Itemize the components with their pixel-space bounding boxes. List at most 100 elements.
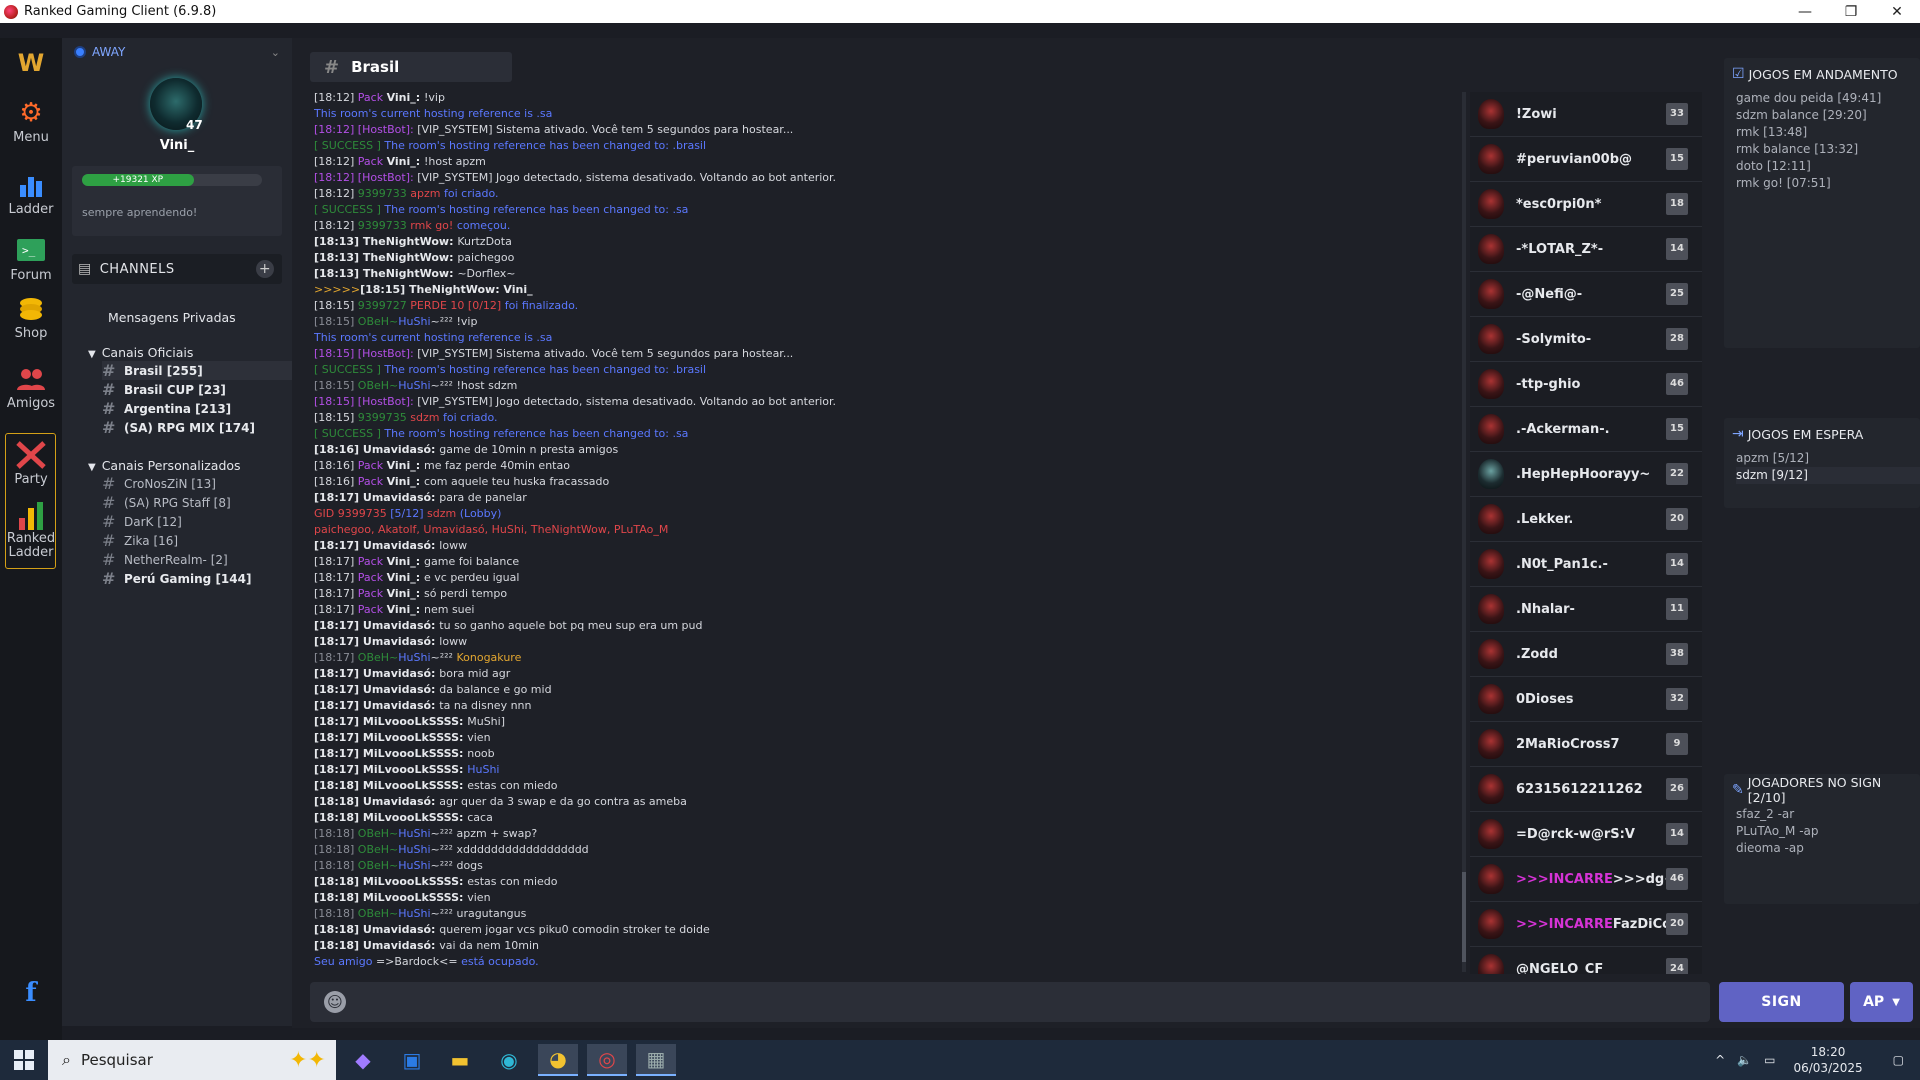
game-list-item[interactable]: sfaz_2 -ar xyxy=(1736,806,1920,823)
channel-item[interactable]: # (SA) RPG MIX [174] xyxy=(102,418,292,437)
windows-start-icon[interactable] xyxy=(14,1050,34,1070)
message-input[interactable]: ☺ xyxy=(310,982,1710,1022)
channel-item[interactable]: # NetherRealm- [2] xyxy=(102,550,292,569)
game-list-item[interactable]: doto [12:11] xyxy=(1736,158,1920,175)
network-icon[interactable]: ▭ xyxy=(1764,1053,1775,1067)
player-row[interactable]: .Nhalar- 11 xyxy=(1470,587,1702,632)
status-selector[interactable]: AWAY ⌄ xyxy=(74,45,280,59)
channel-item[interactable]: # (SA) RPG Staff [8] xyxy=(102,493,292,512)
player-level-badge: 18 xyxy=(1666,193,1688,215)
chrome-icon[interactable]: ◕ xyxy=(538,1044,578,1076)
player-row[interactable]: 2MaRioCross7 9 xyxy=(1470,722,1702,767)
player-row[interactable]: >>>INCARRE>>>dg< 46 xyxy=(1470,857,1702,902)
game-list-item[interactable]: PLuTAo_M -ap xyxy=(1736,823,1920,840)
player-row[interactable]: !Zowi 33 xyxy=(1470,92,1702,137)
category-official[interactable]: ▼ Canais Oficiais xyxy=(88,345,193,360)
player-row[interactable]: .Zodd 38 xyxy=(1470,632,1702,677)
facebook-button[interactable]: f xyxy=(0,976,62,1010)
private-messages-link[interactable]: Mensagens Privadas xyxy=(108,310,236,325)
channel-label: Zika [16] xyxy=(124,533,179,548)
speaker-icon[interactable]: 🔈 xyxy=(1737,1053,1752,1067)
player-row[interactable]: 0Dioses 32 xyxy=(1470,677,1702,722)
emoji-icon[interactable]: ☺ xyxy=(324,991,346,1013)
scroll-thumb[interactable] xyxy=(1462,872,1466,962)
chevron-up-icon[interactable]: ^ xyxy=(1715,1053,1725,1067)
player-row[interactable]: #peruvian00b@ 15 xyxy=(1470,137,1702,182)
player-row[interactable]: -ttp-ghio 46 xyxy=(1470,362,1702,407)
notifications-icon[interactable]: ▢ xyxy=(1893,1053,1904,1067)
player-row[interactable]: *esc0rpi0n* 18 xyxy=(1470,182,1702,227)
ranked-ladder-button[interactable]: Ranked Ladder xyxy=(0,498,62,560)
chat-segment: [18:17] MiLvoooLkSSSS: xyxy=(314,747,468,760)
game-list-item[interactable]: sdzm [9/12] xyxy=(1736,467,1920,484)
outlook-icon[interactable]: ▣ xyxy=(392,1044,432,1076)
games-running-panel: ☑ JOGOS EM ANDAMENTO game dou peida [49:4… xyxy=(1724,58,1920,348)
chat-segment: [18:18] xyxy=(314,907,358,920)
game-list-item[interactable]: apzm [5/12] xyxy=(1736,450,1920,467)
chat-segment: [18:17] Umavidasó: xyxy=(314,539,440,552)
game-logo[interactable]: W xyxy=(0,46,62,80)
player-level-badge: 20 xyxy=(1666,913,1688,935)
file-explorer-icon[interactable]: ▬ xyxy=(440,1044,480,1076)
player-name: #peruvian00b@ xyxy=(1516,151,1633,167)
player-avatar xyxy=(1478,324,1504,354)
player-row[interactable]: =D@rck-w@rS:V 14 xyxy=(1470,812,1702,857)
game-list-item[interactable]: rmk [13:48] xyxy=(1736,124,1920,141)
category-custom[interactable]: ▼ Canais Personalizados xyxy=(88,458,241,473)
menu-button[interactable]: ⚙ Menu xyxy=(0,96,62,145)
player-row[interactable]: .HepHepHoorayy~ 22 xyxy=(1470,452,1702,497)
rgc-taskbar-icon[interactable]: ◎ xyxy=(587,1044,627,1076)
taskbar-search[interactable]: ⌕ Pesquisar ✦✦ xyxy=(48,1040,336,1080)
chat-segment: ~²²² xyxy=(430,315,457,328)
channel-item[interactable]: # Brasil [255] xyxy=(102,361,292,380)
player-row[interactable]: .-Ackerman-. 15 xyxy=(1470,407,1702,452)
chat-segment: [18:12] xyxy=(314,187,358,200)
channel-item[interactable]: # Brasil CUP [23] xyxy=(102,380,292,399)
chat-segment: OBeH~ xyxy=(357,907,399,920)
forum-button[interactable]: >_ Forum xyxy=(0,234,62,283)
clock[interactable]: 18:20 06/03/2025 xyxy=(1793,1044,1862,1076)
chat-message: [18:17] Pack Vini_: só perdi tempo xyxy=(314,586,1454,602)
no-sign-header: ✎ JOGADORES NO SIGN [2/10] xyxy=(1724,774,1920,806)
chat-scrollbar[interactable] xyxy=(1462,92,1466,972)
chat-channel-name: Brasil xyxy=(351,58,400,76)
game-list-item[interactable]: game dou peida [49:41] xyxy=(1736,90,1920,107)
player-avatar xyxy=(1478,864,1504,894)
channel-item[interactable]: # Zika [16] xyxy=(102,531,292,550)
party-button[interactable]: Party xyxy=(0,438,62,487)
sign-button[interactable]: SIGN xyxy=(1719,982,1844,1022)
chat-message: [18:13] TheNightWow: KurtzDota xyxy=(314,234,1454,250)
game-list-item[interactable]: sdzm balance [29:20] xyxy=(1736,107,1920,124)
close-button[interactable]: ✕ xyxy=(1874,0,1920,23)
player-row[interactable]: 62315612211262 26 xyxy=(1470,767,1702,812)
channel-item[interactable]: # Argentina [213] xyxy=(102,399,292,418)
player-row[interactable]: .Lekker. 20 xyxy=(1470,497,1702,542)
game-taskbar-icon[interactable]: ▦ xyxy=(636,1044,676,1076)
ap-mode-button[interactable]: AP ▼ xyxy=(1850,982,1913,1022)
maximize-button[interactable]: ❐ xyxy=(1828,0,1874,23)
channel-label: Brasil [255] xyxy=(124,363,203,378)
player-level-badge: 9 xyxy=(1666,733,1688,755)
friends-button[interactable]: Amigos xyxy=(0,362,62,411)
player-row[interactable]: -*LOTAR_Z*- 14 xyxy=(1470,227,1702,272)
player-row[interactable]: .N0t_Pan1c.- 14 xyxy=(1470,542,1702,587)
game-list-item[interactable]: rmk balance [13:32] xyxy=(1736,141,1920,158)
player-row[interactable]: @NGELO_CF 24 xyxy=(1470,947,1702,974)
player-row[interactable]: >>>INCARREFazDiCo 20 xyxy=(1470,902,1702,947)
player-level-badge: 15 xyxy=(1666,418,1688,440)
player-level-badge: 14 xyxy=(1666,823,1688,845)
add-channel-button[interactable]: + xyxy=(256,260,274,278)
minimize-button[interactable]: — xyxy=(1782,0,1828,23)
channel-item[interactable]: # Perú Gaming [144] xyxy=(102,569,292,588)
game-list-item[interactable]: dieoma -ap xyxy=(1736,840,1920,857)
player-row[interactable]: -@Nefi@- 25 xyxy=(1470,272,1702,317)
copilot-icon[interactable]: ◆ xyxy=(343,1044,383,1076)
shop-button[interactable]: Shop xyxy=(0,292,62,341)
edge-icon[interactable]: ◉ xyxy=(489,1044,529,1076)
channel-item[interactable]: # CroNosZiN [13] xyxy=(102,474,292,493)
channel-item[interactable]: # DarK [12] xyxy=(102,512,292,531)
player-row[interactable]: -Solymito- 28 xyxy=(1470,317,1702,362)
game-list-item[interactable]: rmk go! [07:51] xyxy=(1736,175,1920,192)
chat-segment: [18:12] [HostBot]: xyxy=(314,123,418,136)
ladder-button[interactable]: Ladder xyxy=(0,168,62,217)
